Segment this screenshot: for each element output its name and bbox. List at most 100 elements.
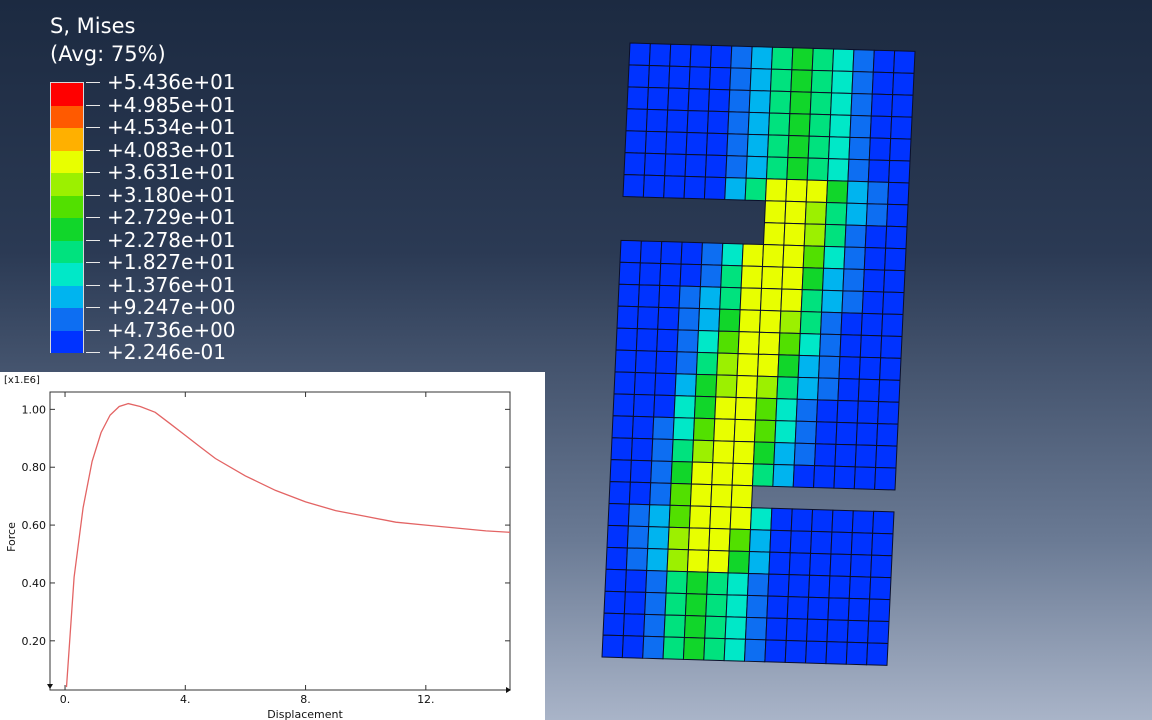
mesh-element [877,401,900,425]
mesh-element [824,223,847,248]
legend-tick [86,82,100,83]
mesh-element [704,615,727,640]
mesh-element [624,569,648,593]
fe-model-viewport[interactable] [560,30,980,700]
mesh-element [663,175,686,199]
y-axis-arrow [47,684,53,689]
mesh-element [831,509,854,534]
mesh-element [767,112,791,137]
mesh-element [618,261,641,286]
mesh-element [653,394,676,419]
legend-title-averaging: (Avg: 75%) [50,42,166,66]
force-displacement-chart: 0.20 0.40 0.60 0.80 1.00 0. 4. 8. 12. [x1.E6] Disp… [4,375,511,720]
legend-value-label: +2.729e+01 [107,205,236,229]
mesh-element [710,484,733,508]
mesh-element [857,378,881,403]
mesh-element [728,528,752,553]
x-tick-label: 4. [180,693,191,706]
mesh-element [881,313,904,337]
mesh-element [646,548,669,572]
mesh-element [851,510,875,534]
mesh-element [891,94,914,118]
mesh-element [727,111,750,135]
mesh-element [662,636,685,660]
legend-color-bar [50,82,84,353]
mesh-element [803,223,827,247]
mesh-element [870,93,894,118]
mesh-element [601,634,624,659]
mesh-element [735,375,759,399]
mesh-element [748,529,772,553]
mesh-element [707,549,730,574]
mesh-element [871,71,895,96]
y-tick-label: 0.60 [22,519,47,532]
mesh-element [610,437,633,461]
mesh-element [687,88,710,112]
mesh-element [665,570,688,595]
mesh-element [872,510,895,535]
mesh-element [834,443,857,468]
mesh-element [683,615,707,639]
legend-value-label: +4.736e+00 [107,317,236,342]
mesh-element [695,351,719,376]
mesh-element [633,372,657,396]
mesh-element [829,553,852,577]
mesh-element [844,224,867,249]
mesh-element [646,86,670,111]
mesh-element [725,594,749,618]
x-tick-label: 8. [300,693,311,706]
legend-tick [86,284,100,286]
mesh-element [781,266,804,291]
mesh-element [652,416,675,441]
mesh-element [613,371,636,395]
mesh-element [727,550,751,574]
mesh-element [810,69,834,94]
mesh-element [874,466,897,491]
mesh-element [643,613,666,638]
mesh-element [719,286,742,311]
mesh-element [879,357,902,381]
mesh-element [786,156,809,181]
legend-tick [86,149,100,151]
mesh-element [769,529,792,554]
mesh-element [821,289,844,314]
mesh-element [726,133,749,157]
mesh-element [642,174,666,199]
mesh-element [711,462,734,486]
mesh-element [672,417,695,441]
mesh-element [789,530,813,554]
mesh-element [745,155,769,180]
mesh-element [649,482,672,506]
mesh-element [793,442,817,467]
mesh-element [691,439,715,464]
mesh-element [809,552,832,577]
mesh-element [775,398,798,422]
mesh-element [678,285,701,310]
mesh-element [688,505,712,529]
mesh-element [715,374,738,398]
mesh-element [671,439,694,463]
mesh-element [831,70,854,94]
mesh-element [713,418,736,442]
mesh-element [686,549,710,573]
mesh-element [773,442,796,466]
mesh-element [730,484,754,509]
mesh-element [639,240,663,264]
mesh-element [647,65,671,89]
mesh-element [686,110,709,134]
mesh-element [839,334,862,358]
mesh-element [642,635,665,660]
mesh-element [723,638,747,662]
mesh-element [660,241,683,265]
mesh-element [668,65,691,90]
mesh-element [842,268,865,292]
mesh-element [848,136,871,161]
mesh-element [664,592,687,617]
y-tick-label: 0.80 [22,461,47,474]
mesh-element [798,332,822,357]
mesh-element [817,377,840,401]
mesh-element [747,551,771,575]
mesh-element [609,459,632,483]
mesh-element [790,508,814,532]
mesh-element [689,44,712,68]
